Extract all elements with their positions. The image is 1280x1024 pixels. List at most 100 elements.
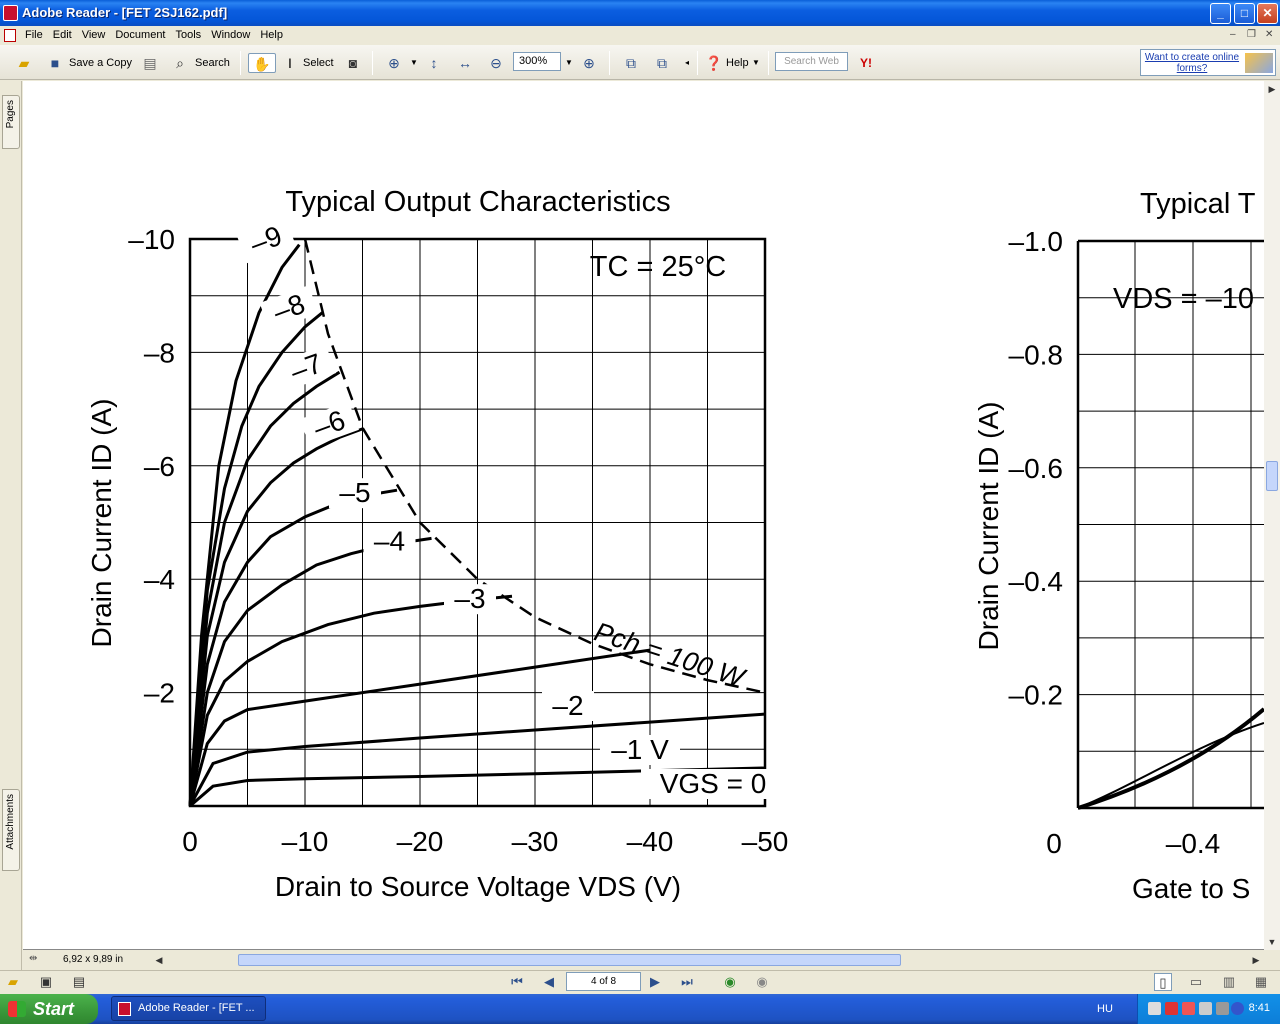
chart1-series-label: –4	[374, 525, 405, 556]
minimize-button[interactable]: _	[1210, 3, 1231, 24]
toolbar-separator	[768, 51, 769, 75]
chart2-title: Typical T	[1140, 188, 1256, 220]
menu-help[interactable]: Help	[255, 26, 288, 41]
first-page-icon[interactable]: ⏮	[508, 973, 526, 991]
scroll-right-icon[interactable]: ▶	[1248, 952, 1264, 968]
status-doc-icon[interactable]: ▤	[70, 973, 88, 991]
language-indicator[interactable]: HU	[1097, 1003, 1113, 1015]
scroll-down-icon[interactable]: ▼	[1264, 934, 1280, 950]
attachments-tab-label: Attachments	[5, 794, 16, 850]
save-copy-button[interactable]: Save a Copy	[69, 53, 132, 73]
search-button[interactable]: Search	[195, 53, 230, 73]
open-folder-icon[interactable]: ▰	[14, 53, 34, 73]
horizontal-scroll-thumb[interactable]	[238, 954, 901, 966]
online-forms-link[interactable]: Want to create online forms?	[1143, 52, 1241, 74]
doc-restore-icon[interactable]: ❐	[1247, 29, 1256, 40]
search-web-input[interactable]: Search Web	[775, 52, 848, 71]
fit-width-icon[interactable]: ↔	[455, 53, 475, 73]
chart1-ticks: 0 –10 –20 –30 –40 –50 –2 –4 –6 –8 –10	[128, 224, 788, 857]
start-button[interactable]: Start	[0, 994, 98, 1024]
tray-pen-icon[interactable]	[1148, 1002, 1161, 1015]
zoom-level-dropdown-icon[interactable]: ▼	[559, 53, 579, 73]
scroll-left-icon[interactable]: ◀	[151, 952, 167, 968]
tray-network-icon[interactable]	[1216, 1002, 1229, 1015]
select-cursor-icon[interactable]: I	[280, 53, 300, 73]
chart2-vds-annotation: VDS = –10	[1113, 283, 1254, 315]
vertical-scrollbar[interactable]: ▶ ▼	[1264, 81, 1280, 950]
zoom-in-tool-icon[interactable]: ⊕	[384, 53, 404, 73]
menu-view[interactable]: View	[77, 26, 111, 41]
chart1-y-tick-label: –4	[144, 564, 175, 595]
page-number-input[interactable]: 4 of 8	[566, 972, 641, 991]
tray-volume-icon[interactable]	[1199, 1002, 1212, 1015]
next-page-icon[interactable]: ▶	[646, 973, 664, 991]
tray-security-icon[interactable]	[1182, 1002, 1195, 1015]
facing-layout-icon[interactable]: ▥	[1220, 973, 1238, 991]
chart2-curve	[1077, 707, 1264, 810]
doc-close-icon[interactable]: ✕	[1265, 29, 1273, 40]
pages-tab-label: Pages	[5, 100, 16, 129]
continuous-facing-layout-icon[interactable]: ▦	[1252, 973, 1270, 991]
save-icon[interactable]: ■	[45, 53, 65, 73]
previous-page-icon[interactable]: ◀	[540, 973, 558, 991]
chart1-y-tick-label: –6	[144, 451, 175, 482]
page-size-arrows-icon: ⇹	[29, 953, 38, 964]
help-icon[interactable]: ❓	[704, 53, 724, 73]
doc-minimize-icon[interactable]: –	[1230, 29, 1236, 40]
clock: 8:41	[1248, 1002, 1270, 1014]
continuous-layout-icon[interactable]: ▭	[1187, 973, 1205, 991]
status-folder-icon[interactable]: ▰	[4, 973, 22, 991]
chart2-y-tick-label: –0.2	[1009, 680, 1064, 711]
chart1-y-tick-label: –2	[144, 678, 175, 709]
go-forward-icon[interactable]: ◉	[753, 973, 771, 991]
chart2-ticks: –0.2 –0.4 –0.6 –0.8 –1.0 0 –0.4	[1009, 226, 1221, 859]
page-info-bar: ⇹ 6,92 x 9,89 in ◀ ▶	[23, 951, 1280, 969]
chart1-series-line	[188, 536, 432, 807]
chart2-curve	[1077, 722, 1264, 809]
close-button[interactable]: ✕	[1257, 3, 1278, 24]
last-page-icon[interactable]: ⏭	[678, 973, 696, 991]
chart1-series-label: –3	[454, 583, 485, 614]
taskbar-item-adobe-reader[interactable]: Adobe Reader - [FET ...	[111, 996, 266, 1021]
snapshot-camera-icon[interactable]: ◙	[343, 53, 363, 73]
zoom-out-icon[interactable]: ⊖	[486, 53, 506, 73]
pages-tab[interactable]: Pages	[2, 95, 20, 149]
chart1-series-label: –1 V	[611, 734, 669, 765]
menu-document[interactable]: Document	[110, 26, 170, 41]
vertical-scroll-thumb[interactable]	[1266, 461, 1278, 491]
menu-tools[interactable]: Tools	[171, 26, 207, 41]
chart1-title: Typical Output Characteristics	[285, 186, 670, 218]
toolbar-overflow-icon[interactable]: ◂	[677, 53, 697, 73]
zoom-level-input[interactable]: 300%	[513, 52, 561, 71]
yahoo-icon[interactable]: Y!	[856, 53, 876, 73]
tray-bluetooth-icon[interactable]	[1231, 1002, 1244, 1015]
document-icon[interactable]	[4, 29, 16, 42]
zoom-in-icon[interactable]: ⊕	[579, 53, 599, 73]
menu-window[interactable]: Window	[206, 26, 255, 41]
menu-edit[interactable]: Edit	[48, 26, 77, 41]
page-layout-icon[interactable]: ⧉	[652, 53, 672, 73]
rotate-view-icon[interactable]: ⧉	[621, 53, 641, 73]
scroll-right-pane-icon[interactable]: ▶	[1264, 81, 1280, 97]
binoculars-icon[interactable]: ⌕	[170, 53, 190, 73]
online-forms-banner[interactable]: Want to create online forms?	[1140, 49, 1276, 76]
help-dropdown-icon[interactable]: ▼	[746, 53, 766, 73]
chart1-series-labels: VGS = 0–1 V–2–3–4–5–6–7–8–9	[236, 217, 785, 799]
taskbar-item-label: Adobe Reader - [FET ...	[138, 1002, 255, 1014]
adobe-reader-task-icon	[118, 1002, 131, 1016]
single-page-layout-icon[interactable]: ▯	[1154, 973, 1172, 991]
menu-file[interactable]: File	[20, 26, 48, 41]
print-icon[interactable]: ▤	[140, 53, 160, 73]
attachments-tab[interactable]: Attachments	[2, 789, 20, 871]
select-button[interactable]: Select	[303, 53, 334, 73]
tray-shield-icon[interactable]	[1165, 1002, 1178, 1015]
chart2-y-tick-label: –0.4	[1009, 566, 1064, 597]
document-view[interactable]: Typical Output Characteristics 0 –10 –20 –3…	[23, 81, 1264, 950]
status-view-icon[interactable]: ▣	[37, 973, 55, 991]
go-back-icon[interactable]: ◉	[721, 973, 739, 991]
zoom-dropdown-icon[interactable]: ▼	[404, 53, 424, 73]
maximize-button[interactable]: □	[1234, 3, 1255, 24]
fit-page-icon[interactable]: ↕	[424, 53, 444, 73]
hand-tool-icon[interactable]: ✋	[248, 53, 276, 73]
chart2-grid	[1078, 241, 1264, 808]
